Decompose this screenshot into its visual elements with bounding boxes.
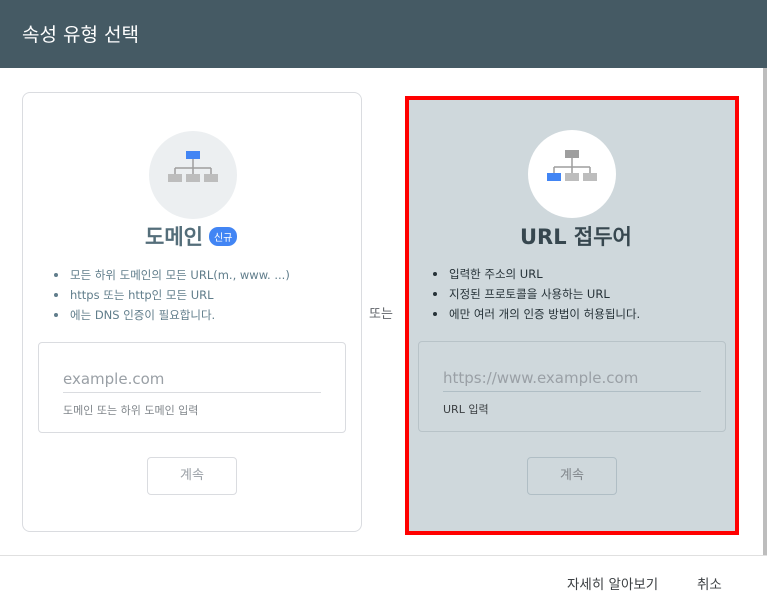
domain-input-box: 도메인 또는 하위 도메인 입력 [38,342,346,433]
domain-card-title: 도메인 신규 [145,221,238,251]
domain-property-card[interactable]: 도메인 신규 모든 하위 도메인의 모든 URL(m., www. ...) ht… [22,92,362,532]
domain-continue-button[interactable]: 계속 [147,457,237,495]
list-item: https 또는 http인 모든 URL [53,285,290,305]
dialog-title: 속성 유형 선택 [22,24,139,46]
new-badge: 신규 [208,227,238,246]
domain-title-text: 도메인 [145,225,203,249]
domain-icon-circle [149,131,237,219]
list-item: 모든 하위 도메인의 모든 URL(m., www. ...) [53,265,290,285]
learn-more-link[interactable]: 자세히 알아보기 [567,573,658,593]
or-separator: 또는 [369,307,393,322]
selection-highlight-frame [405,96,739,535]
cancel-button[interactable]: 취소 [697,573,722,593]
domain-input-hint: 도메인 또는 하위 도메인 입력 [63,404,199,417]
footer-divider [0,555,767,556]
dialog-scrollbar[interactable] [763,68,767,555]
sitemap-domain-icon [168,151,218,182]
list-item: 에는 DNS 인증이 필요합니다. [53,305,290,325]
dialog-header: 속성 유형 선택 [0,0,767,68]
domain-feature-list: 모든 하위 도메인의 모든 URL(m., www. ...) https 또는… [53,265,290,325]
domain-input[interactable] [63,366,321,393]
